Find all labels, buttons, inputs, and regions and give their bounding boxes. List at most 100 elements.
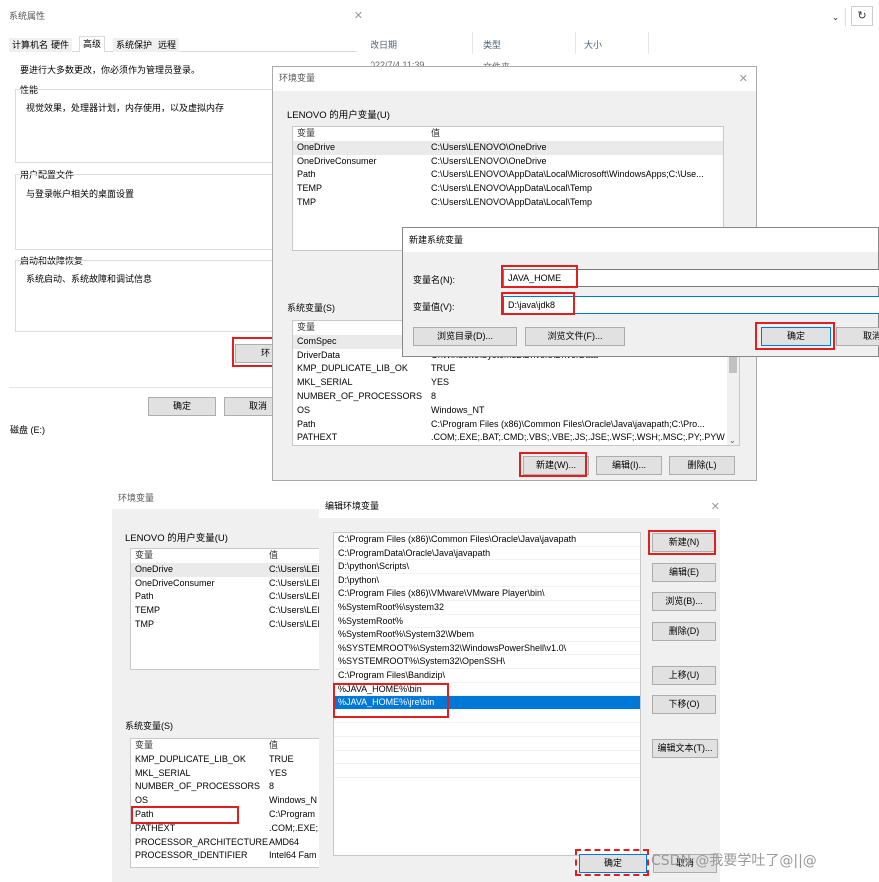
refresh-icon: ↻ (857, 10, 867, 22)
list-item[interactable]: %SystemRoot% (334, 615, 640, 629)
var-name: KMP_DUPLICATE_LIB_OK (297, 363, 408, 374)
new-button[interactable]: 新建(N) (652, 533, 716, 552)
column-value[interactable]: 值 (431, 127, 440, 141)
close-icon[interactable]: ✕ (739, 72, 748, 85)
list-item[interactable]: C:\Program Files (x86)\Common Files\Orac… (334, 533, 640, 547)
table-row[interactable]: TEMP C:\Users\LENOVO\AppData\Local\Temp (293, 182, 723, 196)
column-variable[interactable]: 变量 (297, 127, 315, 141)
table-row[interactable]: MKL_SERIAL YES (293, 376, 739, 390)
dropdown-button[interactable]: ⌄ (826, 8, 846, 26)
delete-button[interactable]: 删除(D) (652, 622, 716, 641)
new-button[interactable]: 新建(W)... (523, 456, 589, 475)
var-name: PROCESSOR_IDENTIFIER (135, 850, 248, 861)
list-item-empty[interactable] (334, 723, 640, 737)
var-value-input[interactable]: D:\java\jdk8 (503, 296, 879, 314)
column-variable[interactable]: 变量 (297, 321, 315, 335)
table-row[interactable]: Path C:\Users\LENOVO\AppData\Local\Micros… (293, 168, 723, 182)
ok-button[interactable]: 确定 (148, 397, 216, 416)
list-item-selected[interactable]: %JAVA_HOME%\jre\bin (334, 696, 640, 710)
table-row[interactable]: OS Windows_NT (293, 404, 739, 418)
list-item[interactable]: %SystemRoot%\system32 (334, 601, 640, 615)
list-item-empty[interactable] (334, 710, 640, 724)
table-row[interactable]: TMP C:\Users\LENOVO\AppData\Local\Temp (293, 196, 723, 210)
system-vars-label: 系统变量(S) (287, 303, 335, 313)
browse-button[interactable]: 浏览(B)... (652, 592, 716, 611)
scrollbar-thumb[interactable] (729, 357, 737, 373)
list-item[interactable]: %SystemRoot%\System32\Wbem (334, 628, 640, 642)
close-icon[interactable]: ✕ (711, 500, 720, 513)
close-icon[interactable]: ✕ (354, 9, 363, 22)
move-down-button[interactable]: 下移(O) (652, 695, 716, 714)
var-value: C:\Program Files (x86)\Common Files\Orac… (431, 418, 705, 429)
column-type[interactable]: 类型 (483, 38, 501, 51)
list-item-empty[interactable] (334, 737, 640, 751)
list-item-empty[interactable] (334, 751, 640, 765)
column-size[interactable]: 大小 (584, 38, 602, 51)
column-date[interactable]: 改日期 (370, 38, 397, 51)
tab-advanced[interactable]: 高级 (79, 36, 106, 52)
user-vars-label: LENOVO 的用户变量(U) (287, 110, 390, 121)
list-item[interactable]: C:\Program Files\Bandizip\ (334, 669, 640, 683)
window-title-text: 系统属性 (9, 11, 46, 21)
refresh-button[interactable]: ↻ (851, 6, 873, 26)
var-name: TEMP (297, 183, 323, 194)
var-name: Path (297, 169, 316, 180)
ok-button[interactable]: 确定 (579, 854, 647, 873)
column-variable[interactable]: 变量 (135, 549, 153, 563)
system-vars-label: 系统变量(S) (125, 721, 173, 731)
table-row[interactable]: KMP_DUPLICATE_LIB_OK TRUE (293, 362, 739, 376)
column-value[interactable]: 值 (269, 739, 278, 753)
list-item[interactable]: %SYSTEMROOT%\System32\OpenSSH\ (334, 655, 640, 669)
table-row[interactable]: PATHEXT .COM;.EXE;.BAT;.CMD;.VBS;.VBE;.JS… (293, 431, 739, 445)
tab-computer-name[interactable]: 计算机名 (9, 38, 52, 52)
browse-directory-button[interactable]: 浏览目录(D)... (413, 327, 517, 346)
var-value: C:\Users\LENOVO\AppData\Local\Temp (431, 196, 593, 207)
list-item[interactable]: %SYSTEMROOT%\System32\WindowsPowerShell\… (334, 642, 640, 656)
list-item[interactable]: %JAVA_HOME%\bin (334, 683, 640, 697)
var-value: YES (431, 377, 450, 388)
var-name: NUMBER_OF_PROCESSORS (135, 781, 261, 792)
drive-label: 磁盘 (E:) (10, 425, 45, 435)
chevron-down-icon[interactable]: ⌄ (729, 436, 736, 445)
edit-button[interactable]: 编辑(E) (652, 563, 716, 582)
ok-button[interactable]: 确定 (761, 327, 831, 346)
window-title: 新建系统变量 (403, 228, 878, 252)
column-variable[interactable]: 变量 (135, 739, 153, 753)
column-divider (472, 32, 473, 54)
var-value: 8 (431, 390, 437, 401)
window-title: 系统属性 (9, 5, 371, 27)
list-item[interactable]: C:\ProgramData\Oracle\Java\javapath (334, 547, 640, 561)
tab-hardware[interactable]: 硬件 (48, 38, 73, 52)
var-name-input[interactable]: JAVA_HOME (503, 269, 879, 287)
table-row[interactable]: NUMBER_OF_PROCESSORS 8 (293, 390, 739, 404)
admin-note: 要进行大多数更改，你必须作为管理员登录。 (20, 65, 201, 75)
move-up-button[interactable]: 上移(U) (652, 666, 716, 685)
path-list[interactable]: C:\Program Files (x86)\Common Files\Orac… (333, 532, 641, 856)
table-row[interactable]: OneDriveConsumer C:\Users\LENOVO\OneDrive (293, 155, 723, 169)
list-item[interactable]: C:\Program Files (x86)\VMware\VMware Pla… (334, 587, 640, 601)
environment-variables-button[interactable]: 环 (235, 344, 275, 363)
column-value[interactable]: 值 (269, 549, 278, 563)
var-name: PATHEXT (297, 432, 338, 443)
tab-remote[interactable]: 远程 (155, 38, 180, 52)
list-item[interactable]: D:\python\Scripts\ (334, 560, 640, 574)
delete-button[interactable]: 删除(L) (669, 456, 735, 475)
edit-button[interactable]: 编辑(I)... (596, 456, 662, 475)
var-value: C:\Users\LEN (269, 577, 325, 588)
var-value: AMD64 (269, 836, 300, 847)
column-divider (575, 32, 576, 54)
cancel-button[interactable]: 取消 (836, 327, 879, 346)
var-name: TMP (297, 196, 316, 207)
table-row[interactable]: OneDrive C:\Users\LENOVO\OneDrive (293, 140, 723, 155)
var-value: Windows_NT (431, 404, 485, 415)
user-vars-label: LENOVO 的用户变量(U) (125, 533, 228, 544)
var-value: C:\Users\LEN (269, 618, 325, 629)
var-name: TMP (135, 618, 154, 629)
list-item-empty[interactable] (334, 764, 640, 778)
new-system-variable-dialog: 新建系统变量 变量名(N): JAVA_HOME 变量值(V): D:\java… (402, 227, 879, 357)
tab-system-protection[interactable]: 系统保护 (113, 38, 156, 52)
list-item[interactable]: D:\python\ (334, 574, 640, 588)
edit-text-button[interactable]: 编辑文本(T)... (652, 739, 718, 758)
browse-file-button[interactable]: 浏览文件(F)... (525, 327, 625, 346)
table-row[interactable]: Path C:\Program Files (x86)\Common Files\… (293, 418, 739, 432)
